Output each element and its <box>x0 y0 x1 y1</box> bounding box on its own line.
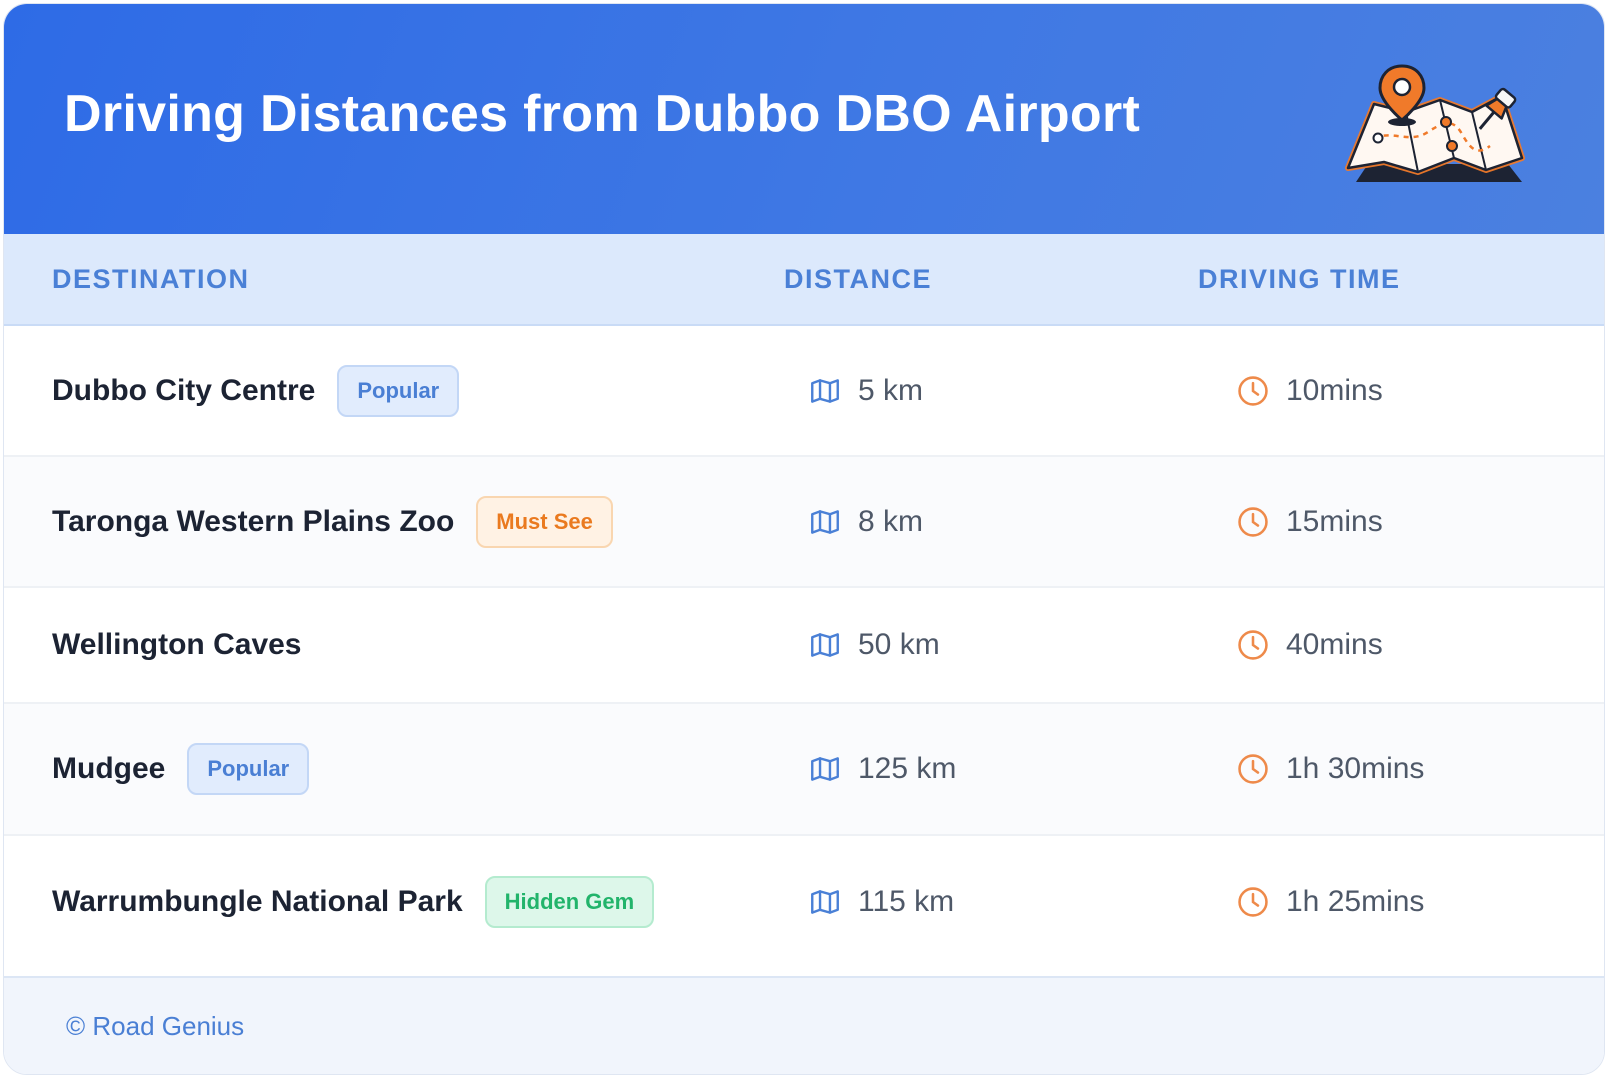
driving-time-cell: 40mins <box>1236 628 1383 662</box>
badge-popular: Popular <box>337 364 460 417</box>
driving-time-value: 15mins <box>1286 504 1383 538</box>
distance-cell: 115 km <box>808 885 954 919</box>
table-body: Dubbo City Centre Popular 5 km 10mins Ta… <box>4 326 1604 967</box>
distance-cell: 8 km <box>808 505 923 539</box>
table-row: Dubbo City Centre Popular 5 km 10mins <box>4 326 1604 457</box>
driving-time-cell: 15mins <box>1236 505 1383 539</box>
clock-icon <box>1236 752 1270 786</box>
destination-cell: Warrumbungle National Park Hidden Gem <box>52 875 655 928</box>
map-icon <box>808 505 842 539</box>
driving-time-cell: 1h 30mins <box>1236 752 1424 786</box>
page-title: Driving Distances from Dubbo DBO Airport <box>64 85 1141 143</box>
header-banner: Driving Distances from Dubbo DBO Airport <box>4 4 1604 234</box>
distance-cell: 50 km <box>808 628 940 662</box>
clock-icon <box>1236 374 1270 408</box>
table-row: Taronga Western Plains Zoo Must See 8 km… <box>4 457 1604 588</box>
distance-value: 50 km <box>858 628 940 661</box>
driving-time-value: 1h 30mins <box>1286 752 1425 785</box>
badge-must-see: Must See <box>476 495 613 548</box>
badge-popular: Popular <box>187 743 310 795</box>
map-icon <box>808 374 842 408</box>
distance-cell: 5 km <box>808 374 923 408</box>
map-icon <box>808 885 842 919</box>
driving-time-cell: 10mins <box>1236 374 1383 408</box>
map-with-pins-icon <box>1345 64 1525 182</box>
destination-name: Mudgee <box>52 752 166 785</box>
driving-time-cell: 1h 25mins <box>1236 885 1424 919</box>
map-icon <box>808 752 842 786</box>
destination-name: Taronga Western Plains Zoo <box>52 504 455 538</box>
driving-time-value: 1h 25mins <box>1286 884 1425 918</box>
distance-value: 115 km <box>858 884 955 918</box>
destination-cell: Taronga Western Plains Zoo Must See <box>52 495 613 548</box>
clock-icon <box>1236 628 1270 662</box>
copyright-text: © Road Genius <box>66 1011 245 1041</box>
destination-name: Wellington Caves <box>52 628 302 661</box>
distance-card: Driving Distances from Dubbo DBO Airport <box>3 3 1605 1075</box>
clock-icon <box>1236 885 1270 919</box>
column-header-driving-time: DRIVING TIME <box>1198 264 1401 294</box>
distance-value: 8 km <box>858 504 924 538</box>
destination-name: Dubbo City Centre <box>52 373 316 407</box>
destination-cell: Dubbo City Centre Popular <box>52 364 460 417</box>
distance-value: 5 km <box>858 373 924 407</box>
table-row: Wellington Caves 50 km 40mins <box>4 588 1604 704</box>
badge-hidden-gem: Hidden Gem <box>484 875 655 928</box>
column-header-destination: DESTINATION <box>52 264 250 294</box>
driving-time-value: 10mins <box>1286 373 1383 407</box>
table-row: Warrumbungle National Park Hidden Gem 11… <box>4 836 1604 967</box>
distance-value: 125 km <box>858 752 957 785</box>
distance-cell: 125 km <box>808 752 956 786</box>
column-header-distance: DISTANCE <box>784 264 933 294</box>
table-row: Mudgee Popular 125 km 1h 30mins <box>4 704 1604 836</box>
destination-cell: Wellington Caves <box>52 628 302 662</box>
footer: © Road Genius <box>4 976 1604 1074</box>
clock-icon <box>1236 505 1270 539</box>
map-icon <box>808 628 842 662</box>
destination-name: Warrumbungle National Park <box>52 884 463 918</box>
destination-cell: Mudgee Popular <box>52 743 310 795</box>
driving-time-value: 40mins <box>1286 628 1383 661</box>
table-header: DESTINATION DISTANCE DRIVING TIME <box>4 234 1604 326</box>
